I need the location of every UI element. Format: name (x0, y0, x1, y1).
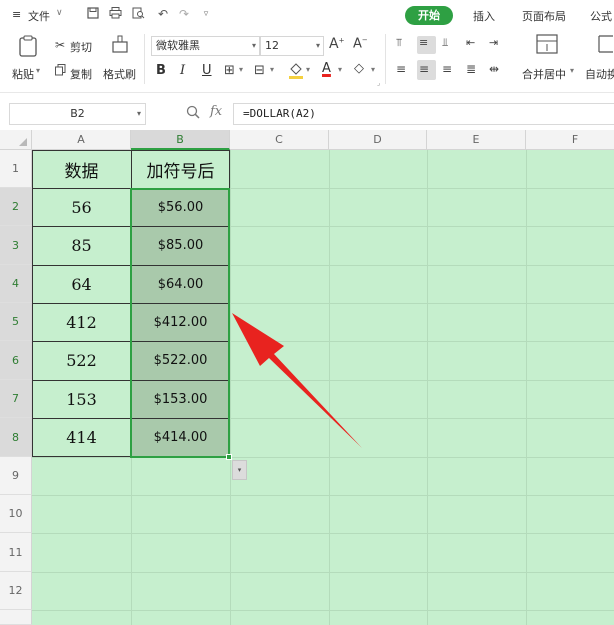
formula-input[interactable]: =DOLLAR(A2) (233, 103, 614, 125)
font-name-select[interactable]: 微软雅黑 ▾ (151, 36, 260, 56)
undo-icon[interactable]: ↶ (156, 7, 170, 21)
font-color-dropdown-icon[interactable]: ▾ (338, 65, 342, 74)
distributed-align-icon[interactable]: ⇹ (489, 62, 499, 76)
ribbon-separator (385, 34, 386, 84)
chevron-down-icon[interactable]: ∨ (56, 8, 63, 18)
border-dropdown-icon[interactable]: ▾ (239, 65, 243, 74)
align-middle-icon[interactable]: ≡ (419, 36, 428, 49)
underline-button[interactable]: U (202, 63, 212, 78)
annotation-arrow (232, 313, 362, 448)
copy-button[interactable]: 复制 (70, 66, 92, 82)
clear-format-icon[interactable]: ◇ (354, 61, 364, 76)
zoom-search-icon[interactable] (186, 105, 200, 123)
tab-home[interactable]: 开始 (405, 6, 453, 25)
print-icon[interactable] (108, 7, 122, 21)
copy-icon[interactable] (55, 64, 66, 79)
align-right-icon[interactable]: ≡ (442, 62, 452, 76)
spreadsheet-grid[interactable]: A B C D E F 1 2 3 4 5 6 7 8 9 10 11 12 $… (0, 130, 614, 625)
tab-formulas[interactable]: 公式 (590, 8, 612, 24)
cut-button[interactable]: 剪切 (70, 39, 92, 55)
paste-button[interactable]: 粘贴 (12, 66, 34, 82)
border-icon[interactable]: ⊞ (224, 63, 235, 78)
increase-indent-icon[interactable]: ⇥ (489, 36, 498, 49)
font-name-value: 微软雅黑 (156, 39, 200, 52)
save-icon[interactable] (86, 7, 100, 21)
justify-icon[interactable]: ≣ (466, 62, 476, 76)
clear-format-dropdown-icon[interactable]: ▾ (371, 65, 375, 74)
tab-page-layout[interactable]: 页面布局 (522, 8, 566, 24)
decrease-font-icon[interactable]: A− (353, 36, 368, 51)
fill-color-dropdown-icon[interactable]: ▾ (306, 65, 310, 74)
font-size-value: 12 (265, 39, 279, 52)
italic-button[interactable]: I (180, 63, 185, 78)
ribbon-separator (144, 34, 145, 84)
menu-icon[interactable]: ≡ (12, 8, 21, 21)
bold-button[interactable]: B (156, 63, 166, 78)
fill-color-icon[interactable] (288, 61, 304, 82)
align-center-icon[interactable]: ≡ (419, 62, 429, 76)
paste-icon[interactable] (17, 35, 39, 57)
insert-function-icon[interactable]: fx (210, 104, 222, 119)
formula-bar: B2 ▾ fx =DOLLAR(A2) (0, 92, 614, 130)
quick-access-dropdown-icon[interactable]: ▿ (199, 7, 213, 21)
cell-style-dropdown-icon[interactable]: ▾ (270, 65, 274, 74)
paste-dropdown-icon[interactable]: ▾ (36, 66, 40, 75)
format-painter-button[interactable]: 格式刷 (103, 66, 136, 82)
name-box-value: B2 (70, 107, 85, 120)
align-bottom-icon[interactable]: ⫫ (442, 36, 448, 50)
name-box-dropdown-icon[interactable]: ▾ (137, 104, 141, 124)
scissors-icon[interactable]: ✂ (55, 38, 65, 52)
align-left-icon[interactable]: ≡ (396, 62, 406, 76)
tab-insert[interactable]: 插入 (473, 8, 495, 24)
merge-center-button[interactable]: 合并居中 (522, 66, 566, 82)
name-box[interactable]: B2 ▾ (9, 103, 146, 125)
ribbon-home: 粘贴 ▾ ✂ 剪切 复制 格式刷 微软雅黑 ▾ 12 ▾ A+ A− B I U ⊞… (0, 30, 614, 92)
merge-center-icon[interactable] (536, 34, 558, 57)
decrease-indent-icon[interactable]: ⇤ (466, 36, 475, 49)
font-dialog-launcher-icon[interactable]: ⌟ (377, 79, 380, 87)
menu-file[interactable]: 文件 (28, 8, 50, 24)
align-top-icon[interactable]: ⫪ (396, 36, 402, 50)
font-size-select[interactable]: 12 ▾ (260, 36, 324, 56)
menu-bar: ≡ 文件 ∨ ↶ ↷ ▿ 开始 插入 页面布局 公式 (0, 0, 614, 30)
print-preview-icon[interactable] (131, 7, 145, 21)
merge-dropdown-icon[interactable]: ▾ (570, 66, 574, 75)
redo-icon[interactable]: ↷ (177, 7, 191, 21)
wrap-text-icon[interactable] (597, 34, 614, 57)
wrap-text-button[interactable]: 自动换 (585, 66, 614, 82)
cell-style-icon[interactable]: ⊟ (254, 63, 265, 78)
format-painter-icon[interactable] (110, 34, 130, 57)
font-color-button[interactable]: A (322, 61, 331, 76)
increase-font-icon[interactable]: A+ (329, 36, 344, 52)
